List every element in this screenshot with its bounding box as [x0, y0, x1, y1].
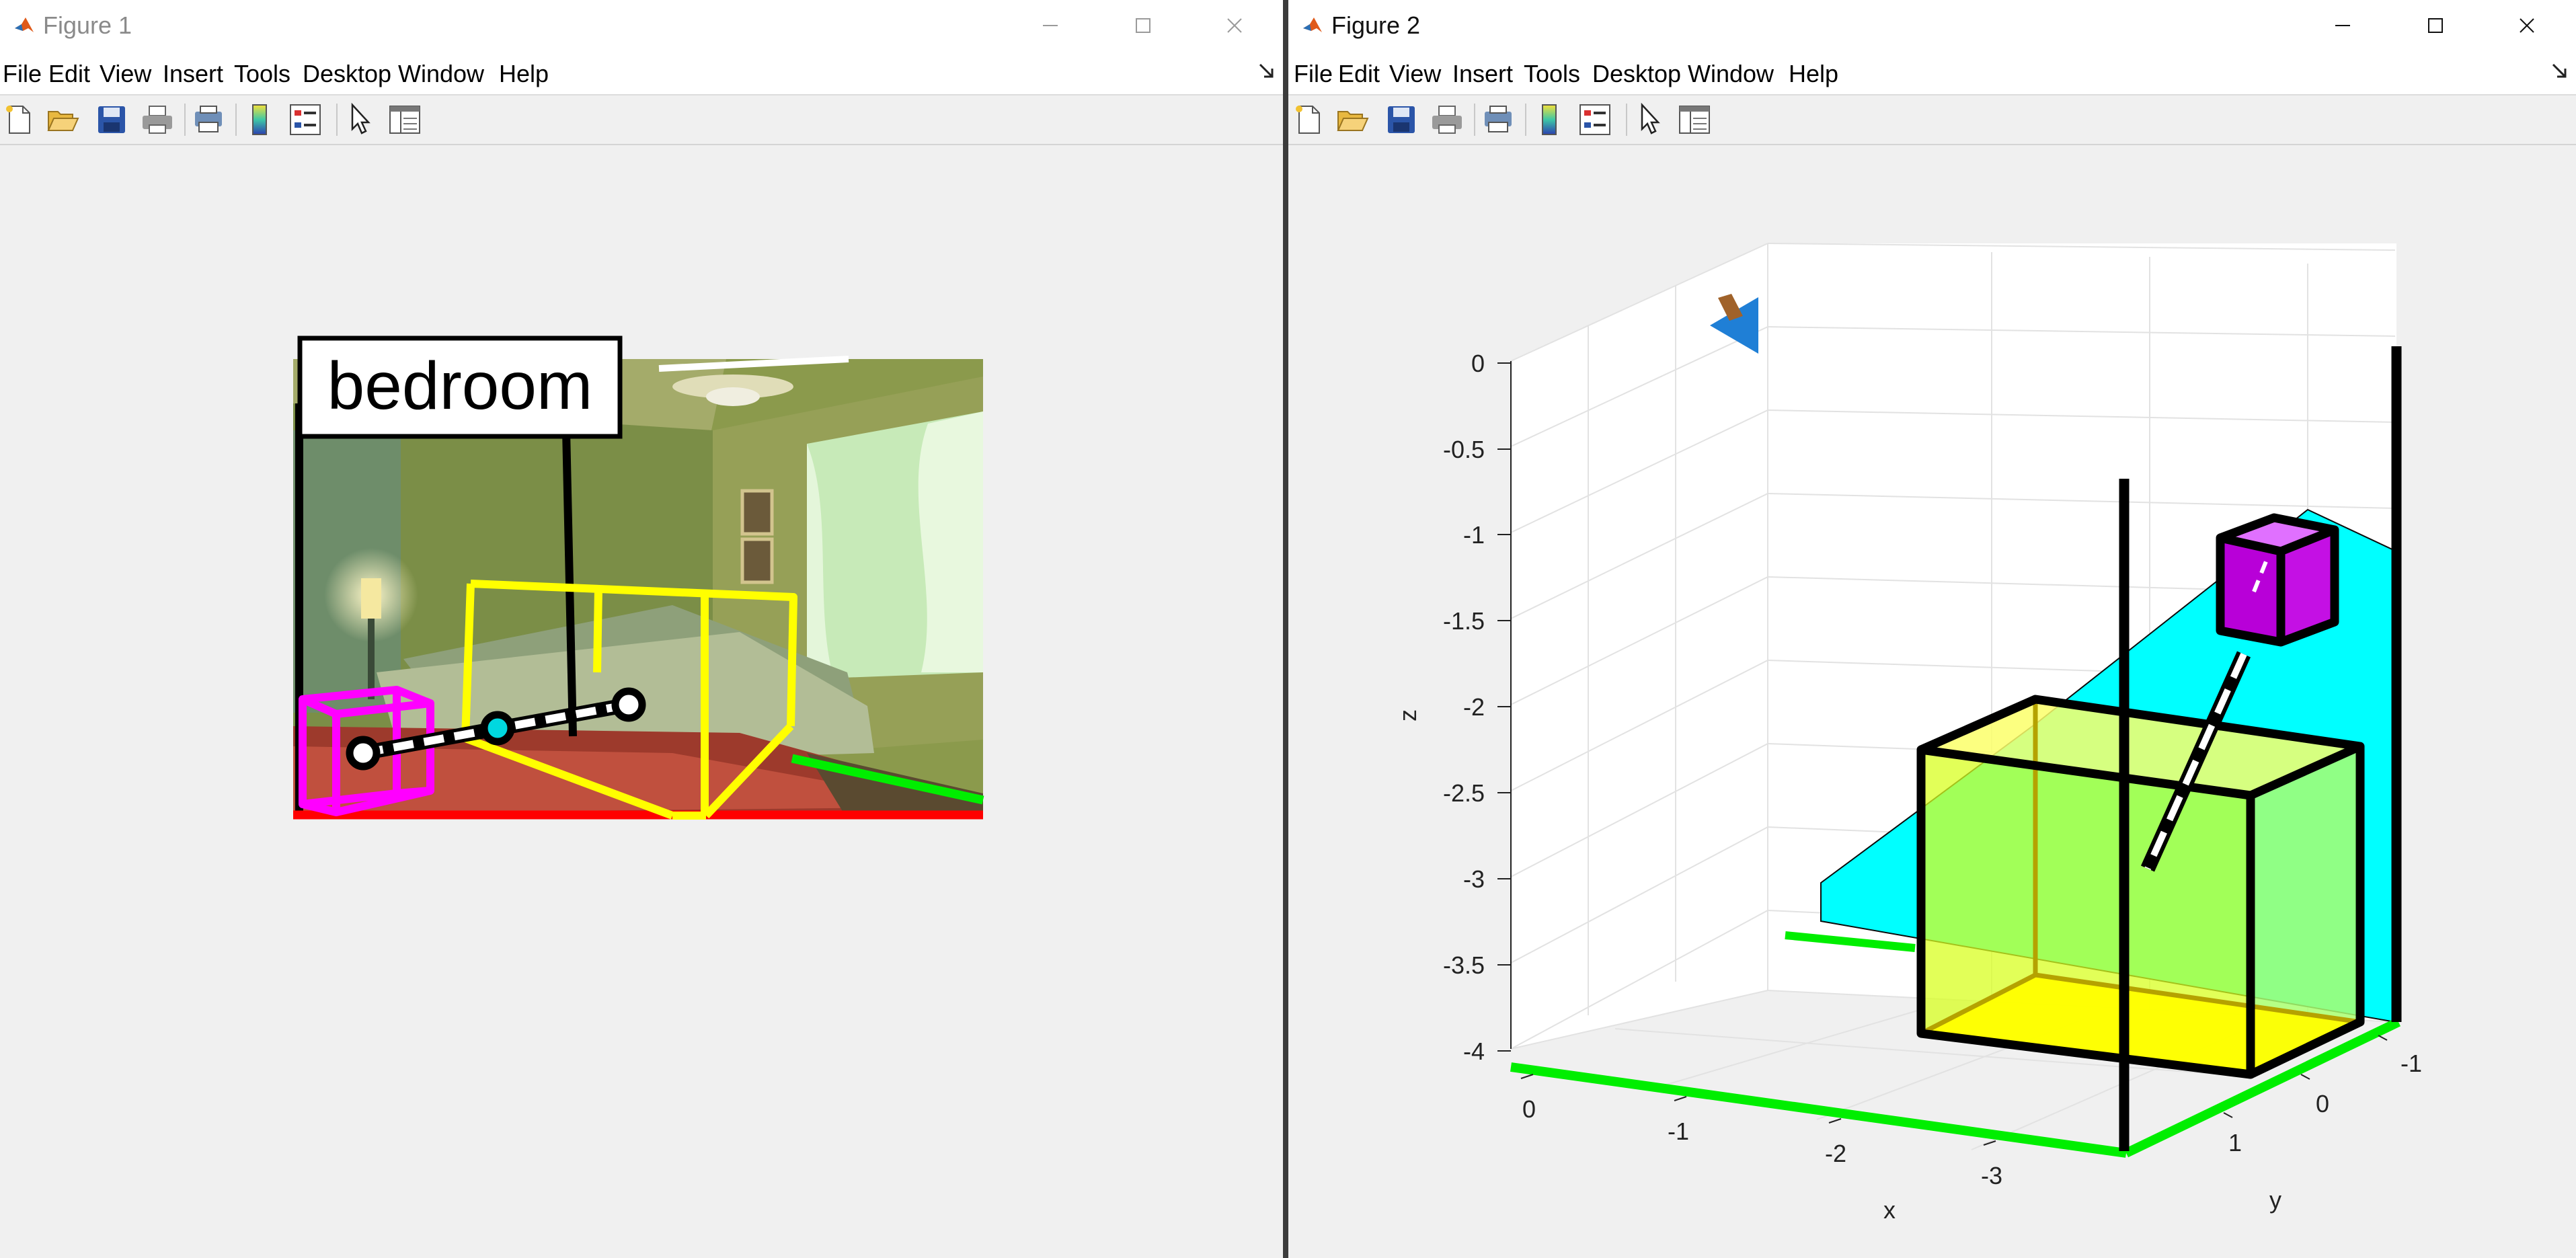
menu-insert[interactable]: Insert: [163, 59, 223, 89]
dock-arrow-icon[interactable]: [1257, 62, 1276, 81]
maximize-button[interactable]: [2415, 9, 2456, 42]
menu-window[interactable]: Window: [1688, 59, 1774, 89]
edit-plot-icon[interactable]: [343, 102, 378, 137]
maximize-button[interactable]: [1123, 9, 1163, 42]
minimize-button[interactable]: [2323, 9, 2363, 42]
open-file-icon[interactable]: [46, 102, 81, 137]
close-button[interactable]: [1214, 9, 1255, 42]
figure-toolbar: [1288, 95, 2576, 145]
print-icon[interactable]: [140, 102, 175, 137]
z-axis-label: z: [1394, 709, 1421, 721]
menu-file[interactable]: File: [1294, 59, 1333, 89]
scene-label: bedroom: [327, 348, 593, 424]
menu-desktop[interactable]: Desktop: [1592, 59, 1681, 89]
z-tick-label: -4: [1463, 1037, 1485, 1065]
z-tick-label: 0: [1471, 350, 1485, 377]
close-icon: [2520, 18, 2534, 33]
new-figure-icon[interactable]: [1, 102, 36, 137]
print-preview-icon[interactable]: [1481, 102, 1516, 137]
maximize-icon: [1136, 18, 1150, 33]
y-tick-label: 1: [2228, 1129, 2242, 1156]
y-tick-label: 0: [2316, 1090, 2329, 1117]
z-tick-label: -0.5: [1443, 436, 1485, 463]
property-editor-icon[interactable]: [1677, 102, 1712, 137]
dock-arrow-icon[interactable]: [2550, 62, 2569, 81]
node-marker: [480, 711, 515, 746]
figure-1-window: Figure 1 File Edit View Insert Tools Des…: [0, 0, 1283, 1258]
scene-label-box: bedroom: [297, 336, 623, 439]
menu-tools[interactable]: Tools: [1524, 59, 1580, 89]
menu-desktop[interactable]: Desktop: [303, 59, 391, 89]
legend-icon[interactable]: [1577, 102, 1612, 137]
property-editor-icon[interactable]: [387, 102, 422, 137]
toolbar-separator: [184, 104, 186, 136]
x-tick-label: -1: [1668, 1117, 1689, 1145]
new-figure-icon[interactable]: [1291, 102, 1326, 137]
toolbar-separator: [235, 104, 237, 136]
toolbar-separator: [1626, 104, 1627, 136]
toolbar-separator: [336, 104, 338, 136]
x-tick-label: 0: [1522, 1095, 1536, 1123]
menu-edit[interactable]: Edit: [1338, 59, 1380, 89]
z-tick-label: -1.5: [1443, 607, 1485, 635]
node-marker: [611, 687, 646, 722]
object-box-3d: [2216, 513, 2339, 647]
z-axis: 0 -0.5 -1 -1.5 -2 -2.5 -3 -3.5 -4 z: [1394, 350, 1512, 1065]
bed-box-3d: [1916, 695, 2365, 1079]
matlab-icon: [1303, 17, 1322, 32]
window-title: Figure 1: [43, 11, 132, 39]
x-axis: 0 -1 -2 -3 x: [1520, 1074, 2002, 1224]
title-bar[interactable]: Figure 1: [0, 0, 1283, 52]
z-tick-label: -2.5: [1443, 779, 1485, 807]
menu-window[interactable]: Window: [398, 59, 484, 89]
x-tick-label: -3: [1981, 1162, 2002, 1189]
edit-plot-icon[interactable]: [1633, 102, 1668, 137]
legend-icon[interactable]: [288, 102, 323, 137]
matlab-icon: [15, 17, 34, 32]
menu-view[interactable]: View: [100, 59, 151, 89]
x-tick-label: -2: [1825, 1140, 1846, 1167]
toolbar-separator: [1474, 104, 1475, 136]
save-icon[interactable]: [1384, 102, 1419, 137]
colorbar-icon[interactable]: [1532, 102, 1567, 137]
menu-insert[interactable]: Insert: [1452, 59, 1513, 89]
menu-edit[interactable]: Edit: [48, 59, 90, 89]
open-file-icon[interactable]: [1335, 102, 1370, 137]
x-axis-label: x: [1883, 1196, 1896, 1224]
figure-2-window: Figure 2 File Edit View Insert Tools Des…: [1287, 0, 2576, 1258]
menu-tools[interactable]: Tools: [234, 59, 290, 89]
y-tick-label: -1: [2401, 1050, 2422, 1077]
z-tick-label: -2: [1463, 693, 1485, 721]
z-tick-label: -3.5: [1443, 951, 1485, 979]
z-tick-label: -3: [1463, 865, 1485, 893]
figure-2-axes: 0 -0.5 -1 -1.5 -2 -2.5 -3 -3.5 -4 z 0 -1…: [1394, 243, 2422, 1224]
window-title: Figure 2: [1331, 11, 1421, 39]
minimize-button[interactable]: [1030, 9, 1070, 42]
floor-boundary-x: [1510, 1062, 2127, 1158]
colorbar-icon[interactable]: [242, 102, 277, 137]
z-tick-label: -1: [1463, 521, 1485, 549]
menu-help[interactable]: Help: [499, 59, 549, 89]
menu-help[interactable]: Help: [1789, 59, 1838, 89]
y-axis-label: y: [2269, 1186, 2281, 1214]
title-bar[interactable]: Figure 2: [1288, 0, 2576, 52]
menu-view[interactable]: View: [1389, 59, 1441, 89]
toolbar-separator: [1525, 104, 1526, 136]
close-icon: [1227, 18, 1242, 33]
minimize-icon: [2335, 25, 2350, 26]
node-marker: [346, 736, 381, 771]
figure-1-canvas: bedroom: [293, 336, 984, 820]
save-icon[interactable]: [94, 102, 129, 137]
close-button[interactable]: [2507, 9, 2547, 42]
figure-toolbar: [0, 95, 1283, 145]
menu-file[interactable]: File: [3, 59, 42, 89]
print-icon[interactable]: [1430, 102, 1465, 137]
maximize-icon: [2428, 18, 2443, 33]
minimize-icon: [1043, 25, 1058, 26]
menu-bar: File Edit View Insert Tools Desktop Wind…: [1288, 52, 2576, 95]
print-preview-icon[interactable]: [191, 102, 226, 137]
menu-bar: File Edit View Insert Tools Desktop Wind…: [0, 52, 1283, 95]
